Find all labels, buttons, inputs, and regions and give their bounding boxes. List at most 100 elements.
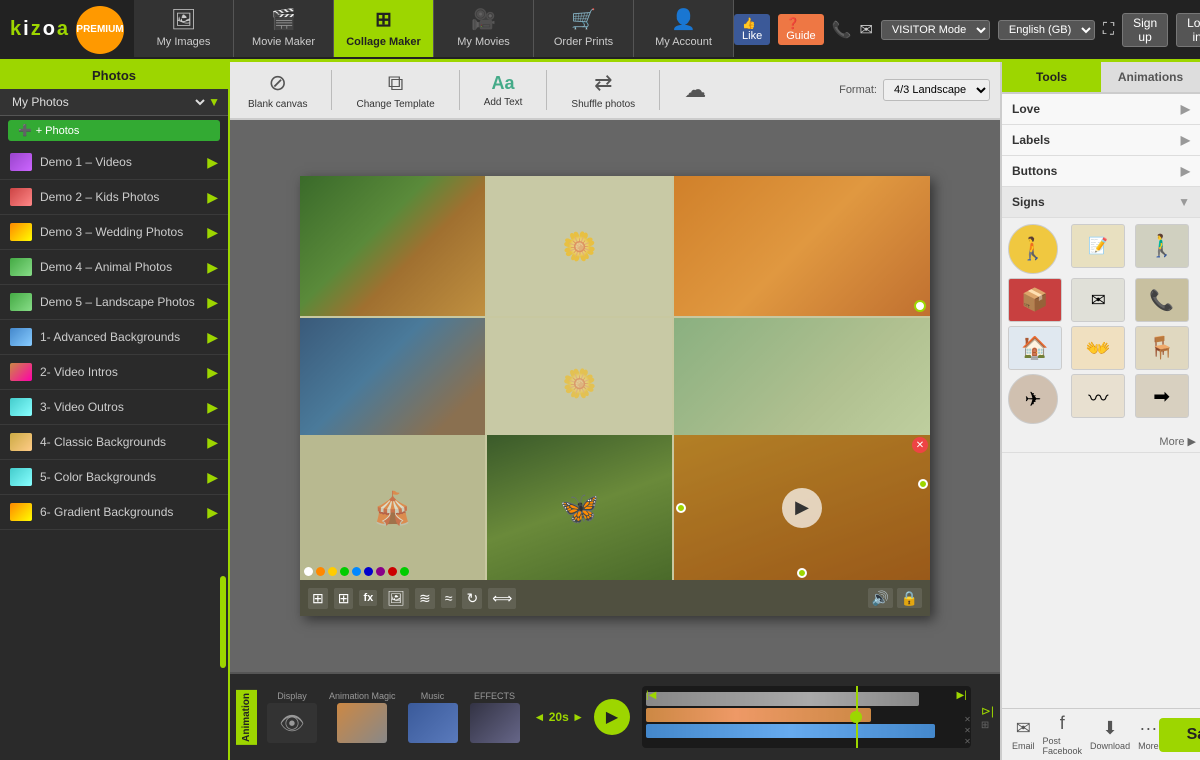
sidebar-item-demo4[interactable]: Demo 4 – Animal Photos ▶ — [0, 250, 228, 285]
grid-tool-btn[interactable]: ⊞ — [334, 588, 354, 609]
video-close-btn[interactable]: ✕ — [912, 437, 928, 453]
flip-btn[interactable]: ⟺ — [488, 588, 516, 609]
timeline-row-2[interactable] — [646, 708, 871, 722]
fullscreen-icon[interactable]: ⛶ — [1103, 21, 1114, 39]
email-share-btn[interactable]: ✉ Email — [1012, 718, 1035, 751]
lock-btn[interactable]: 🔒 — [897, 588, 922, 608]
color-dot-purple[interactable] — [376, 567, 385, 576]
tab-collage-maker[interactable]: ⊞ Collage Maker — [334, 0, 434, 57]
filter-btn[interactable]: ≋ — [415, 588, 435, 609]
more-share-btn[interactable]: ··· More — [1138, 718, 1159, 751]
timeline-expand[interactable]: ⊞ — [981, 720, 994, 731]
sidebar-item-demo1[interactable]: Demo 1 – Videos ▶ — [0, 145, 228, 180]
sign-note[interactable]: 📝 — [1071, 224, 1125, 268]
resize-handle-left[interactable] — [676, 503, 686, 513]
butterfly-cell[interactable]: 🦋 — [487, 435, 672, 580]
sign-gmail[interactable]: ✉ — [1071, 278, 1125, 322]
sidebar-item-gradient[interactable]: 6- Gradient Backgrounds ▶ — [0, 495, 228, 530]
sign-squiggle[interactable]: 〰 — [1071, 374, 1125, 418]
section-labels[interactable]: Labels ▶ — [1002, 125, 1200, 156]
my-photos-select[interactable]: My Photos — [8, 94, 208, 110]
scroll-down2[interactable]: ✕ — [964, 737, 971, 746]
section-buttons[interactable]: Buttons ▶ — [1002, 156, 1200, 187]
collage-cell-landscape[interactable] — [300, 318, 485, 448]
anim-magic-thumb[interactable] — [337, 703, 387, 743]
facebook-share-btn[interactable]: f Post Facebook — [1043, 713, 1083, 756]
sidebar-item-color[interactable]: 5- Color Backgrounds ▶ — [0, 460, 228, 495]
sidebar-scrollbar[interactable] — [0, 530, 228, 760]
save-button[interactable]: Save — [1159, 718, 1200, 752]
rotate-btn[interactable]: ↻ — [462, 588, 482, 609]
visitor-mode-select[interactable]: VISITOR Mode — [881, 20, 990, 40]
tab-tools[interactable]: Tools — [1002, 62, 1101, 92]
filter2-btn[interactable]: ≈ — [441, 588, 457, 608]
more-signs-label[interactable]: More ▶ — [1159, 436, 1196, 448]
collage-cell-top-right[interactable] — [674, 176, 930, 316]
color-dot-green2[interactable] — [400, 567, 409, 576]
sidebar-item-video-outros[interactable]: 3- Video Outros ▶ — [0, 390, 228, 425]
tab-order-prints[interactable]: 🛒 Order Prints — [534, 0, 634, 57]
more-signs[interactable]: More ▶ — [1002, 430, 1200, 453]
login-button[interactable]: Log in — [1176, 13, 1200, 47]
tab-my-movies[interactable]: 🎥 My Movies — [434, 0, 534, 57]
sign-hiker[interactable]: 🚶‍♂️ — [1135, 224, 1189, 268]
sidebar-scroll-thumb[interactable] — [220, 576, 226, 668]
guide-btn[interactable]: ❓ Guide — [778, 14, 823, 45]
sign-arrow[interactable]: ➡ — [1135, 374, 1189, 418]
video-play-btn[interactable]: ▶ — [782, 488, 822, 528]
format-select[interactable]: 4/3 Landscape — [883, 79, 990, 101]
add-photos-btn[interactable]: ➕ + Photos — [8, 120, 220, 141]
upload-btn[interactable]: ☁ — [676, 73, 714, 107]
sidebar-item-classic[interactable]: 4- Classic Backgrounds ▶ — [0, 425, 228, 460]
language-select[interactable]: English (GB) — [998, 20, 1095, 40]
collage-cell-daisy[interactable]: 🌼 — [487, 176, 672, 316]
tab-movie-maker[interactable]: 🎬 Movie Maker — [234, 0, 334, 57]
color-dot-blue[interactable] — [352, 567, 361, 576]
download-btn[interactable]: ⬇ Download — [1090, 718, 1130, 751]
color-dot-white[interactable] — [304, 567, 313, 576]
sign-walker[interactable]: 🚶 — [1008, 224, 1058, 274]
signup-button[interactable]: Sign up — [1122, 13, 1168, 47]
timeline-skip-end[interactable]: ⊳| — [981, 704, 994, 718]
scroll-up[interactable]: ✕ — [964, 715, 971, 724]
sidebar-item-video-intros[interactable]: 2- Video Intros ▶ — [0, 355, 228, 390]
shuffle-photos-btn[interactable]: ⇄ Shuffle photos — [563, 66, 643, 114]
image-btn[interactable]: 🖼 — [383, 588, 409, 609]
add-text-btn[interactable]: Aa Add Text — [476, 69, 531, 112]
mosaic-tool-btn[interactable]: ⊞ — [308, 588, 328, 609]
music-thumb[interactable] — [408, 703, 458, 743]
collage-cell-daisy2[interactable]: 🌼 — [487, 318, 672, 448]
blank-canvas-btn[interactable]: ⊘ Blank canvas — [240, 66, 315, 114]
color-dot-green[interactable] — [340, 567, 349, 576]
collage-cell-squirrel[interactable] — [300, 176, 485, 316]
fx-btn[interactable]: fx — [359, 590, 377, 606]
resize-handle-bottom[interactable] — [797, 568, 807, 578]
sign-chair[interactable]: 🪑 — [1135, 326, 1189, 370]
color-dot-darkblue[interactable] — [364, 567, 373, 576]
effects-thumb[interactable] — [470, 703, 520, 743]
change-template-btn[interactable]: ⧉ Change Template — [348, 66, 442, 114]
timeline-row-3[interactable] — [646, 724, 935, 738]
garland-cell[interactable]: 🎪 — [300, 435, 485, 580]
sign-house[interactable]: 🏠 — [1008, 326, 1062, 370]
sign-hands[interactable]: 👐 — [1071, 326, 1125, 370]
tab-my-account[interactable]: 👤 My Account — [634, 0, 734, 57]
video-cell[interactable]: ▶ ✕ — [674, 435, 930, 580]
sign-box[interactable]: 📦 — [1008, 278, 1062, 322]
resize-handle-right[interactable] — [918, 479, 928, 489]
collage-cell-sheep[interactable] — [674, 318, 930, 448]
sign-stamp[interactable]: ✈ — [1008, 374, 1058, 424]
tab-animations[interactable]: Animations — [1101, 62, 1200, 92]
sidebar-item-demo5[interactable]: Demo 5 – Landscape Photos ▶ — [0, 285, 228, 320]
color-dot-yellow[interactable] — [328, 567, 337, 576]
volume-btn[interactable]: 🔊 — [868, 588, 893, 608]
tab-my-images[interactable]: 🖼 My Images — [134, 0, 234, 57]
sidebar-item-advanced[interactable]: 1- Advanced Backgrounds ▶ — [0, 320, 228, 355]
sign-phone[interactable]: 📞 — [1135, 278, 1189, 322]
color-dot-orange[interactable] — [316, 567, 325, 576]
sidebar-item-demo2[interactable]: Demo 2 – Kids Photos ▶ — [0, 180, 228, 215]
section-signs[interactable]: Signs ▼ — [1002, 187, 1200, 218]
sidebar-item-demo3[interactable]: Demo 3 – Wedding Photos ▶ — [0, 215, 228, 250]
scroll-down[interactable]: ✕ — [964, 726, 971, 735]
section-love[interactable]: Love ▶ — [1002, 94, 1200, 125]
